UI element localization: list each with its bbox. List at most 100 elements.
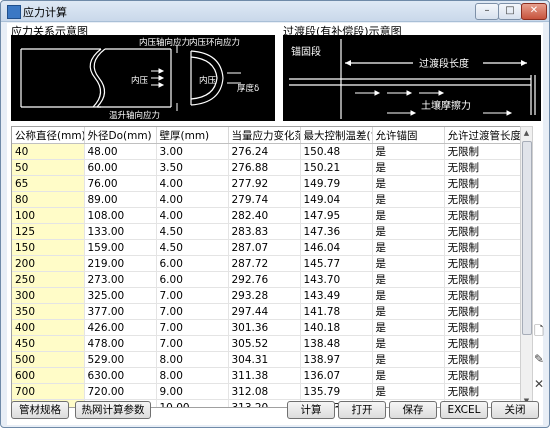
table-cell[interactable]: 700 — [12, 383, 85, 400]
table-cell[interactable]: 7.00 — [156, 303, 229, 320]
table-cell[interactable]: 311.38 — [228, 367, 301, 384]
table-cell[interactable]: 279.74 — [228, 191, 301, 208]
table-row[interactable]: 200 219.00 6.00 287.72 145.77 是无限制 — [12, 255, 520, 272]
table-cell[interactable]: 是 — [372, 223, 445, 240]
table-cell[interactable]: 300 — [12, 287, 85, 304]
table-cell[interactable]: 是 — [372, 383, 445, 400]
table-cell[interactable]: 301.36 — [228, 319, 301, 336]
grid-header-cell[interactable]: 允许过渡管长度(m) — [444, 127, 520, 144]
results-grid[interactable]: 公称直径(mm)外径Do(mm)壁厚(mm)当量应力变化范围最大控制温差(℃)允… — [11, 126, 521, 408]
table-cell[interactable]: 108.00 — [84, 207, 157, 224]
table-cell[interactable]: 10.00 — [156, 399, 229, 407]
table-cell[interactable]: 150.21 — [300, 159, 373, 176]
table-row[interactable]: 500 529.00 8.00 304.31 138.97 是无限制 — [12, 351, 520, 368]
table-row[interactable]: 65 76.00 4.00 277.92 149.79 是无限制 — [12, 175, 520, 192]
table-cell[interactable]: 141.78 — [300, 303, 373, 320]
table-row[interactable]: 50 60.00 3.50 276.88 150.21 是无限制 — [12, 159, 520, 176]
table-cell[interactable]: 无限制 — [444, 319, 520, 336]
table-cell[interactable]: 无限制 — [444, 207, 520, 224]
table-row[interactable]: 400 426.00 7.00 301.36 140.18 是无限制 — [12, 319, 520, 336]
table-cell[interactable]: 无限制 — [444, 239, 520, 256]
table-cell[interactable]: 140.18 — [300, 319, 373, 336]
table-cell[interactable]: 是 — [372, 143, 445, 160]
grid-header-cell[interactable]: 允许锚固 — [372, 127, 445, 144]
table-cell[interactable]: 是 — [372, 191, 445, 208]
table-cell[interactable]: 50 — [12, 159, 85, 176]
table-cell[interactable]: 无限制 — [444, 175, 520, 192]
grid-header-cell[interactable]: 最大控制温差(℃) — [300, 127, 373, 144]
table-cell[interactable]: 159.00 — [84, 239, 157, 256]
table-cell[interactable]: 287.72 — [228, 255, 301, 272]
table-cell[interactable]: 720.00 — [84, 383, 157, 400]
table-cell[interactable]: 7.00 — [156, 319, 229, 336]
table-cell[interactable]: 277.92 — [228, 175, 301, 192]
table-cell[interactable]: 200 — [12, 255, 85, 272]
table-cell[interactable]: 143.70 — [300, 271, 373, 288]
table-cell[interactable]: 无限制 — [444, 271, 520, 288]
table-cell[interactable]: 65 — [12, 175, 85, 192]
table-cell[interactable]: 143.49 — [300, 287, 373, 304]
calculate-button[interactable]: 计算 — [287, 401, 335, 419]
pipe-spec-button[interactable]: 管材规格 — [11, 401, 69, 419]
save-button[interactable]: 保存 — [389, 401, 437, 419]
table-cell[interactable]: 无限制 — [444, 143, 520, 160]
table-cell[interactable]: 无限制 — [444, 335, 520, 352]
grid-header-cell[interactable]: 公称直径(mm) — [12, 127, 85, 144]
table-cell[interactable]: 377.00 — [84, 303, 157, 320]
table-cell[interactable]: 450 — [12, 335, 85, 352]
table-cell[interactable]: 276.88 — [228, 159, 301, 176]
table-cell[interactable]: 325.00 — [84, 287, 157, 304]
table-cell[interactable]: 89.00 — [84, 191, 157, 208]
table-cell[interactable]: 219.00 — [84, 255, 157, 272]
table-cell[interactable]: 133.00 — [84, 223, 157, 240]
table-cell[interactable]: 146.04 — [300, 239, 373, 256]
table-row[interactable]: 600 630.00 8.00 311.38 136.07 是无限制 — [12, 367, 520, 384]
delete-icon[interactable]: ✕ — [533, 378, 545, 390]
table-cell[interactable]: 无限制 — [444, 383, 520, 400]
minimize-button[interactable]: – — [475, 3, 499, 20]
table-cell[interactable]: 138.48 — [300, 335, 373, 352]
table-cell[interactable]: 292.76 — [228, 271, 301, 288]
table-cell[interactable]: 无限制 — [444, 191, 520, 208]
table-cell[interactable]: 282.40 — [228, 207, 301, 224]
table-cell[interactable]: 60.00 — [84, 159, 157, 176]
table-cell[interactable]: 是 — [372, 255, 445, 272]
table-cell[interactable]: 630.00 — [84, 367, 157, 384]
table-cell[interactable]: 125 — [12, 223, 85, 240]
table-row[interactable]: 300 325.00 7.00 293.28 143.49 是无限制 — [12, 287, 520, 304]
table-row[interactable]: 350 377.00 7.00 297.44 141.78 是无限制 — [12, 303, 520, 320]
table-cell[interactable]: 100 — [12, 207, 85, 224]
table-cell[interactable]: 是 — [372, 175, 445, 192]
scroll-thumb[interactable] — [522, 141, 532, 335]
table-cell[interactable]: 426.00 — [84, 319, 157, 336]
table-cell[interactable]: 无限制 — [444, 367, 520, 384]
grid-header-cell[interactable]: 当量应力变化范围 — [228, 127, 301, 144]
table-cell[interactable]: 4.00 — [156, 207, 229, 224]
table-cell[interactable]: 273.00 — [84, 271, 157, 288]
table-cell[interactable]: 6.00 — [156, 271, 229, 288]
table-row[interactable]: 700 720.00 9.00 312.08 135.79 是无限制 — [12, 383, 520, 400]
table-cell[interactable]: 是 — [372, 303, 445, 320]
table-cell[interactable]: 4.50 — [156, 223, 229, 240]
table-cell[interactable]: 8.00 — [156, 351, 229, 368]
table-cell[interactable]: 3.00 — [156, 143, 229, 160]
table-row[interactable]: 150 159.00 4.50 287.07 146.04 是无限制 — [12, 239, 520, 256]
table-row[interactable]: 450 478.00 7.00 305.52 138.48 是无限制 — [12, 335, 520, 352]
edit-icon[interactable]: ✎ — [533, 353, 545, 365]
table-cell[interactable]: 297.44 — [228, 303, 301, 320]
table-cell[interactable]: 9.00 — [156, 383, 229, 400]
table-cell[interactable]: 287.07 — [228, 239, 301, 256]
close-window-button[interactable]: ✕ — [521, 3, 547, 20]
net-params-button[interactable]: 热网计算参数 — [75, 401, 151, 419]
table-cell[interactable]: 4.50 — [156, 239, 229, 256]
table-cell[interactable]: 4.00 — [156, 191, 229, 208]
table-cell[interactable]: 293.28 — [228, 287, 301, 304]
table-cell[interactable]: 是 — [372, 159, 445, 176]
table-cell[interactable]: 4.00 — [156, 175, 229, 192]
grid-header-cell[interactable]: 壁厚(mm) — [156, 127, 229, 144]
table-cell[interactable]: 是 — [372, 239, 445, 256]
table-cell[interactable]: 是 — [372, 367, 445, 384]
table-cell[interactable]: 478.00 — [84, 335, 157, 352]
excel-button[interactable]: EXCEL — [440, 401, 488, 419]
table-cell[interactable]: 600 — [12, 367, 85, 384]
